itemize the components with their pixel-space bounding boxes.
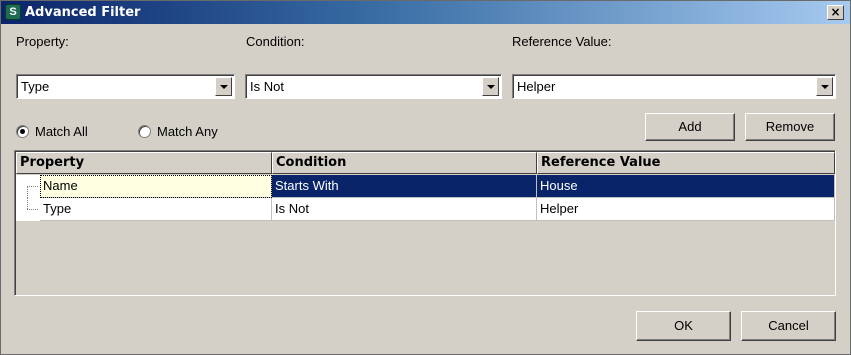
reference-value-dropdown[interactable]: Helper xyxy=(512,74,836,99)
condition-dropdown[interactable]: Is Not xyxy=(245,74,502,99)
table-cell-property[interactable]: Name xyxy=(40,175,272,198)
table-row[interactable]: Name Starts With House xyxy=(16,175,835,198)
remove-button[interactable]: Remove xyxy=(745,113,835,141)
add-button-label: Add xyxy=(678,119,702,134)
advanced-filter-dialog: S Advanced Filter × Property: Condition:… xyxy=(0,0,851,355)
column-header-reference-value[interactable]: Reference Value xyxy=(537,152,835,174)
reference-value-dropdown-value: Helper xyxy=(517,79,556,94)
chevron-down-icon[interactable] xyxy=(816,77,833,96)
property-dropdown[interactable]: Type xyxy=(16,74,235,99)
table-row[interactable]: Type Is Not Helper xyxy=(16,198,835,221)
column-header-condition[interactable]: Condition xyxy=(272,152,537,174)
ok-button-label: OK xyxy=(674,318,693,333)
chevron-down-icon[interactable] xyxy=(482,77,499,96)
match-all-label[interactable]: Match All xyxy=(35,124,88,140)
property-dropdown-value: Type xyxy=(21,79,50,94)
table-cell-property[interactable]: Type xyxy=(40,198,272,221)
close-button[interactable]: × xyxy=(827,5,844,20)
remove-button-label: Remove xyxy=(765,119,815,134)
cancel-button[interactable]: Cancel xyxy=(741,311,836,341)
condition-dropdown-value: Is Not xyxy=(250,79,284,94)
tree-connector-icon xyxy=(16,175,40,198)
window-title: Advanced Filter xyxy=(25,5,141,20)
match-all-radio[interactable] xyxy=(16,125,29,138)
tree-connector-icon xyxy=(16,198,40,221)
property-label: Property: xyxy=(16,34,69,49)
table-cell-reference-value[interactable]: Helper xyxy=(537,198,835,221)
title-bar[interactable]: S Advanced Filter × xyxy=(1,1,850,24)
match-any-label[interactable]: Match Any xyxy=(157,124,218,140)
ok-button[interactable]: OK xyxy=(636,311,731,341)
cancel-button-label: Cancel xyxy=(768,318,809,333)
condition-label: Condition: xyxy=(246,34,305,49)
match-any-radio[interactable] xyxy=(138,125,151,138)
add-button[interactable]: Add xyxy=(645,113,735,141)
column-header-property[interactable]: Property xyxy=(16,152,272,174)
filter-rules-table[interactable]: Property Condition Reference Value Name … xyxy=(14,150,836,296)
reference-value-label: Reference Value: xyxy=(512,34,612,49)
chevron-down-icon[interactable] xyxy=(215,77,232,96)
table-cell-condition[interactable]: Is Not xyxy=(272,198,537,221)
app-logo-icon: S xyxy=(5,4,21,20)
table-cell-reference-value[interactable]: House xyxy=(537,175,835,198)
table-cell-condition[interactable]: Starts With xyxy=(272,175,537,198)
